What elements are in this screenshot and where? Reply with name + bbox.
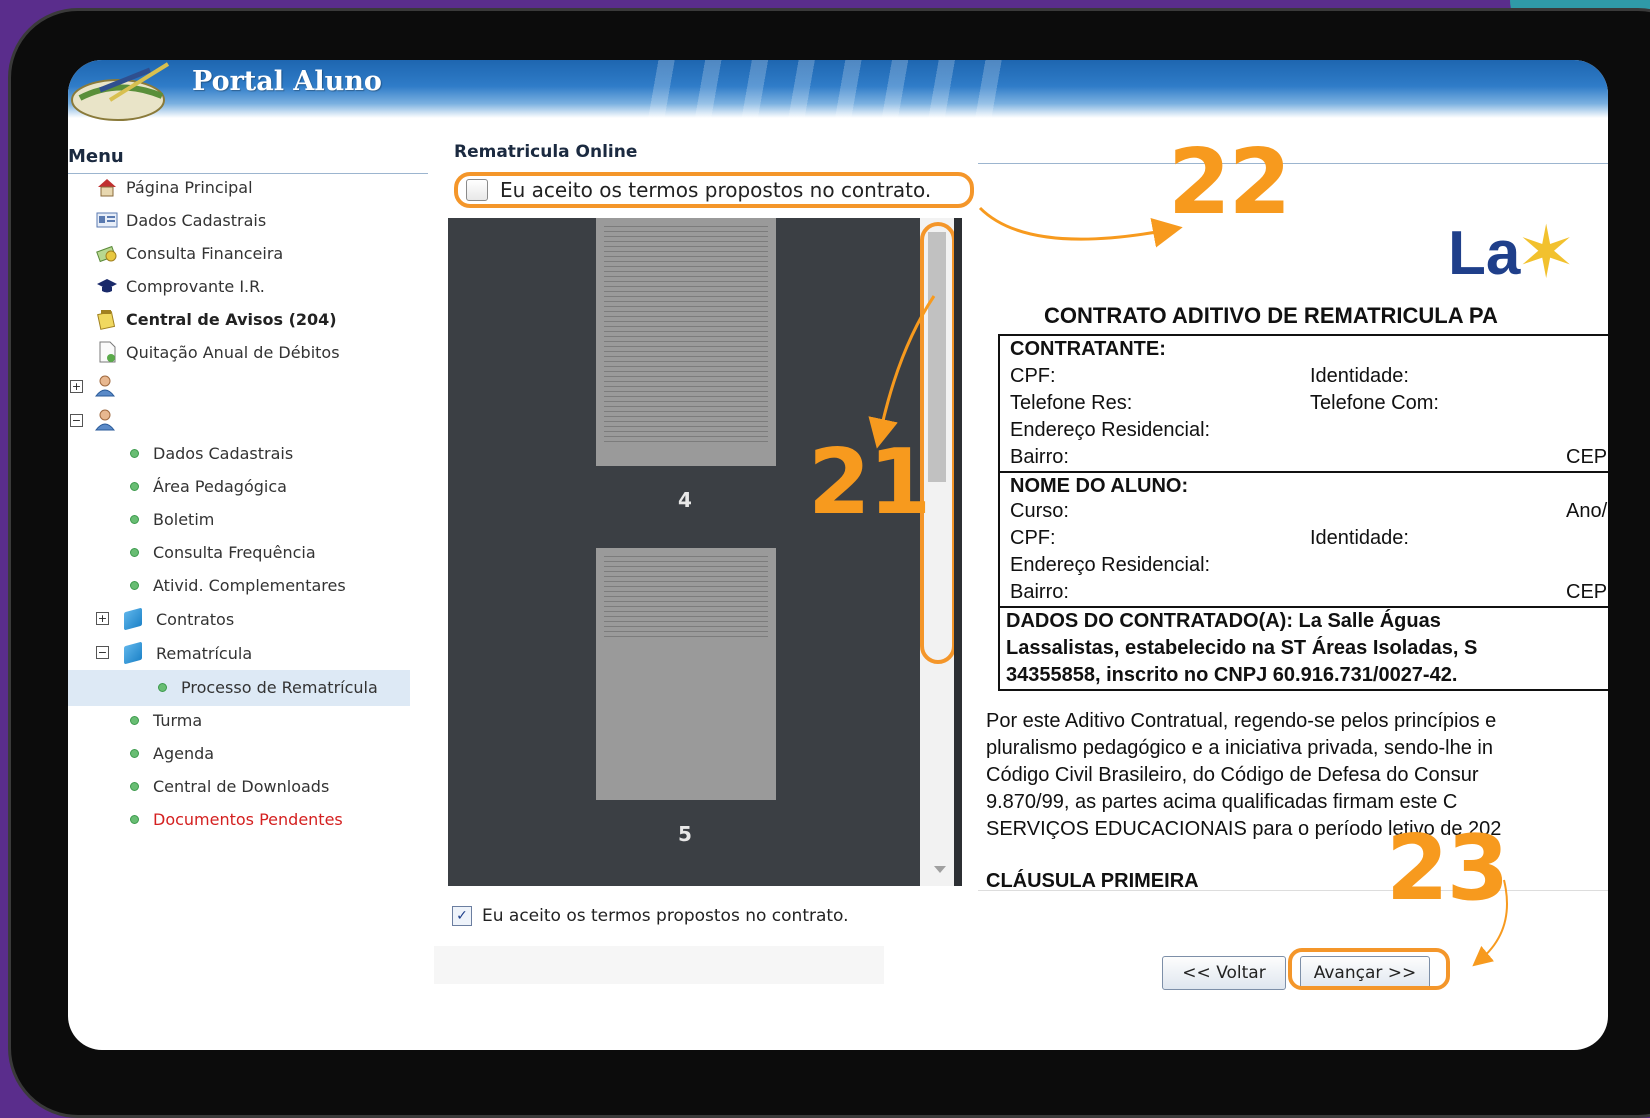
arrow-23	[1472, 879, 1508, 967]
annotation-arrows	[868, 206, 1508, 967]
arrow-21	[868, 295, 936, 449]
arrow-22	[978, 206, 1183, 248]
screen: Portal Aluno Menu Página Principal Dados…	[68, 60, 1608, 1050]
